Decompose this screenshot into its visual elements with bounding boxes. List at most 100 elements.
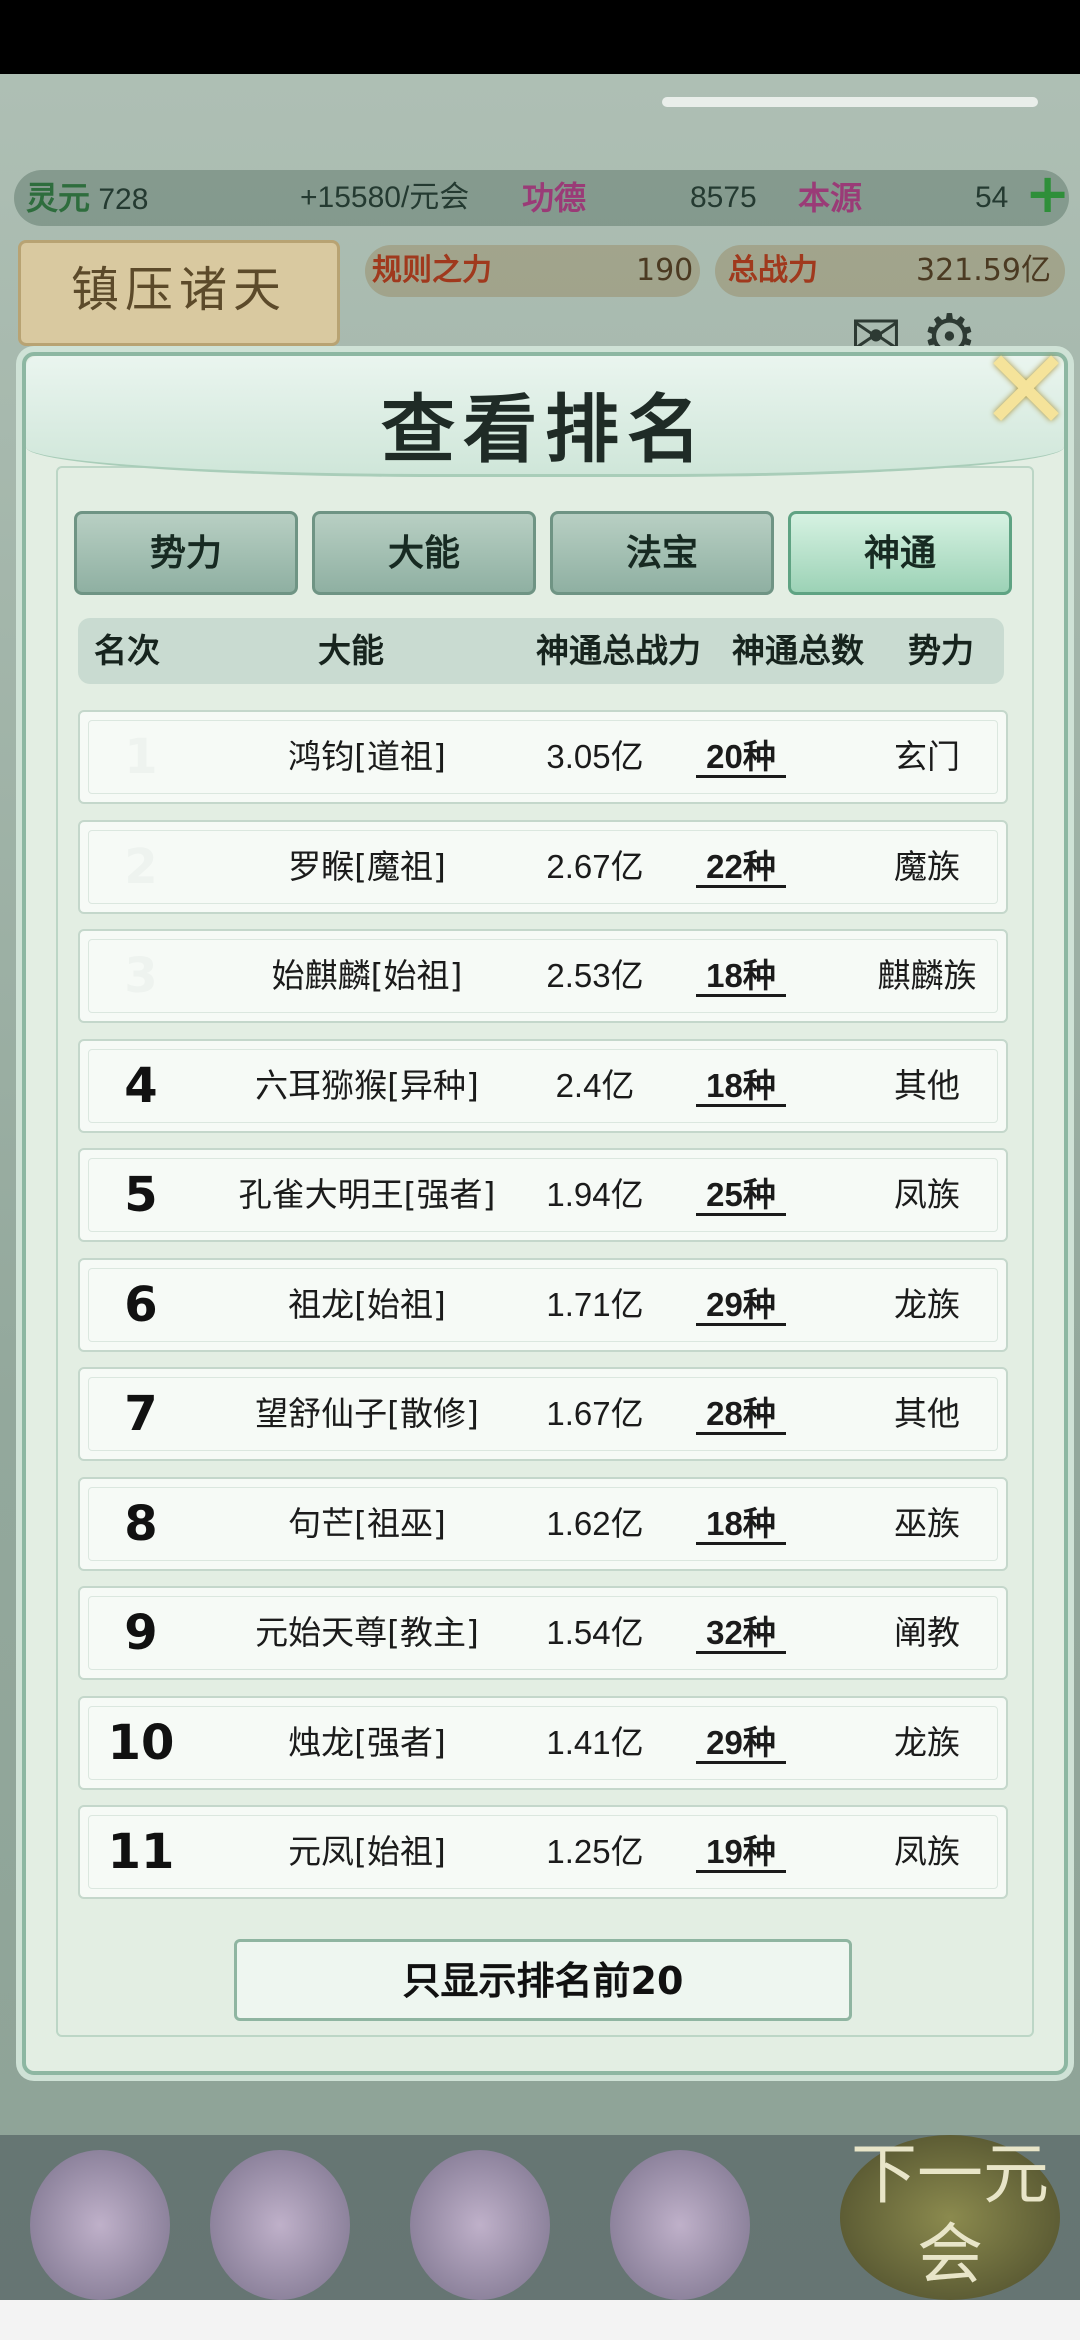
- row-count[interactable]: 29种: [660, 1260, 822, 1350]
- nav-item-4[interactable]: [610, 2150, 750, 2300]
- col-count: 神通总数: [732, 631, 864, 670]
- status-bar: [0, 0, 1080, 74]
- table-row[interactable]: 9 元始天尊[教主] 1.54亿 32种 阐教: [78, 1586, 1008, 1680]
- row-name: 元始天尊[教主]: [255, 1613, 479, 1652]
- table-row[interactable]: 8 句芒[祖巫] 1.62亿 18种 巫族: [78, 1477, 1008, 1571]
- row-name: 六耳猕猴[异种]: [255, 1066, 479, 1105]
- row-count-value[interactable]: 25种: [696, 1176, 786, 1216]
- modal-title: 查看排名: [381, 387, 709, 473]
- row-count[interactable]: 32种: [660, 1588, 822, 1678]
- row-count-value[interactable]: 18种: [696, 957, 786, 997]
- row-rank: 2: [124, 839, 158, 895]
- table-row[interactable]: 1 鸿钧[道祖] 3.05亿 20种 玄门: [78, 710, 1008, 804]
- gongde-value: 8575: [690, 181, 757, 214]
- row-count[interactable]: 20种: [660, 712, 822, 802]
- row-faction: 阐教: [894, 1613, 960, 1652]
- zhenya-button[interactable]: 镇压诸天: [18, 240, 340, 346]
- row-count-value[interactable]: 28种: [696, 1395, 786, 1435]
- row-faction: 其他: [894, 1394, 960, 1433]
- row-name: 祖龙[始祖]: [288, 1285, 446, 1324]
- table-row[interactable]: 4 六耳猕猴[异种] 2.4亿 18种 其他: [78, 1039, 1008, 1133]
- table-row[interactable]: 5 孔雀大明王[强者] 1.94亿 25种 凤族: [78, 1148, 1008, 1242]
- zongzhan-label-wrap: 总战力: [728, 245, 818, 297]
- tab-shili[interactable]: 势力: [74, 511, 298, 595]
- row-count[interactable]: 28种: [660, 1369, 822, 1459]
- row-count[interactable]: 18种: [660, 1041, 822, 1131]
- row-power: 1.62亿: [546, 1505, 644, 1542]
- nav-item-2[interactable]: [210, 2150, 350, 2300]
- row-count-value[interactable]: 29种: [696, 1724, 786, 1764]
- row-name: 烛龙[强者]: [288, 1723, 446, 1762]
- row-count[interactable]: 18种: [660, 1479, 822, 1569]
- tab-daneng[interactable]: 大能: [312, 511, 536, 595]
- row-power: 1.25亿: [546, 1833, 644, 1870]
- row-power: 1.41亿: [546, 1724, 644, 1761]
- row-count-value[interactable]: 18种: [696, 1505, 786, 1545]
- table-row[interactable]: 2 罗睺[魔祖] 2.67亿 22种 魔族: [78, 820, 1008, 914]
- tab-fabao[interactable]: 法宝: [550, 511, 774, 595]
- col-rank: 名次: [94, 631, 160, 670]
- benyuan-label: 本源: [798, 179, 863, 217]
- row-power: 1.94亿: [546, 1176, 644, 1213]
- row-rank: 7: [124, 1386, 158, 1442]
- row-count[interactable]: 22种: [660, 822, 822, 912]
- table-header: 名次 大能 神通总战力 神通总数 势力: [78, 618, 1004, 684]
- row-count[interactable]: 29种: [660, 1698, 822, 1788]
- row-power: 2.53亿: [546, 957, 644, 994]
- close-button[interactable]: ✕: [976, 335, 1076, 447]
- row-count-value[interactable]: 18种: [696, 1067, 786, 1107]
- gesture-pill: [662, 97, 1038, 107]
- lingyuan-value: 728: [98, 183, 149, 216]
- show-top20-button[interactable]: 只显示排名前20: [234, 1939, 852, 2021]
- nav-item-1[interactable]: [30, 2150, 170, 2300]
- row-power: 1.67亿: [546, 1395, 644, 1432]
- row-faction: 凤族: [894, 1175, 960, 1214]
- system-nav-bar: [0, 2300, 1080, 2340]
- row-count-value[interactable]: 29种: [696, 1286, 786, 1326]
- row-count-value[interactable]: 20种: [696, 738, 786, 778]
- row-name: 望舒仙子[散修]: [255, 1394, 479, 1433]
- row-power: 2.4亿: [555, 1067, 635, 1104]
- lingyuan-label: 灵元: [26, 179, 91, 217]
- row-name: 鸿钧[道祖]: [288, 737, 446, 776]
- row-rank: 11: [107, 1824, 175, 1880]
- lingyuan-resource: 灵元 728: [26, 172, 148, 224]
- row-count[interactable]: 25种: [660, 1150, 822, 1240]
- lingyuan-rate: +15580/元会: [300, 181, 470, 214]
- row-power: 2.67亿: [546, 848, 644, 885]
- row-count-value[interactable]: 32种: [696, 1614, 786, 1654]
- tab-shentong[interactable]: 神通: [788, 511, 1012, 595]
- table-row[interactable]: 6 祖龙[始祖] 1.71亿 29种 龙族: [78, 1258, 1008, 1352]
- benyuan-value: 54: [975, 181, 1009, 214]
- row-name: 句芒[祖巫]: [288, 1504, 446, 1543]
- row-name: 元凤[始祖]: [288, 1832, 446, 1871]
- add-resource-button[interactable]: +: [1025, 167, 1070, 221]
- modal-inner-frame: [56, 466, 1034, 2037]
- row-faction: 麒麟族: [877, 956, 977, 995]
- table-row[interactable]: 7 望舒仙子[散修] 1.67亿 28种 其他: [78, 1367, 1008, 1461]
- col-faction: 势力: [908, 631, 974, 670]
- nav-item-3[interactable]: [410, 2150, 550, 2300]
- gongde-resource: 功德: [522, 172, 586, 224]
- col-name: 大能: [318, 631, 384, 670]
- row-name: 孔雀大明王[强者]: [238, 1175, 496, 1214]
- row-name: 罗睺[魔祖]: [288, 847, 446, 886]
- row-count-value[interactable]: 22种: [696, 848, 786, 888]
- row-count[interactable]: 18种: [660, 931, 822, 1021]
- row-rank: 4: [124, 1058, 158, 1114]
- table-row[interactable]: 10 烛龙[强者] 1.41亿 29种 龙族: [78, 1696, 1008, 1790]
- table-row[interactable]: 3 始麒麟[始祖] 2.53亿 18种 麒麟族: [78, 929, 1008, 1023]
- next-era-button[interactable]: 下一元会: [840, 2135, 1060, 2300]
- table-row[interactable]: 11 元凤[始祖] 1.25亿 19种 凤族: [78, 1805, 1008, 1899]
- row-faction: 巫族: [894, 1504, 960, 1543]
- row-faction: 魔族: [894, 847, 960, 886]
- row-count[interactable]: 19种: [660, 1807, 822, 1897]
- row-faction: 其他: [894, 1066, 960, 1105]
- row-power: 1.54亿: [546, 1614, 644, 1651]
- row-rank: 5: [124, 1167, 158, 1223]
- row-rank: 10: [107, 1715, 175, 1771]
- row-power: 3.05亿: [546, 738, 644, 775]
- row-count-value[interactable]: 19种: [696, 1833, 786, 1873]
- row-power: 1.71亿: [546, 1286, 644, 1323]
- row-name: 始麒麟[始祖]: [271, 956, 463, 995]
